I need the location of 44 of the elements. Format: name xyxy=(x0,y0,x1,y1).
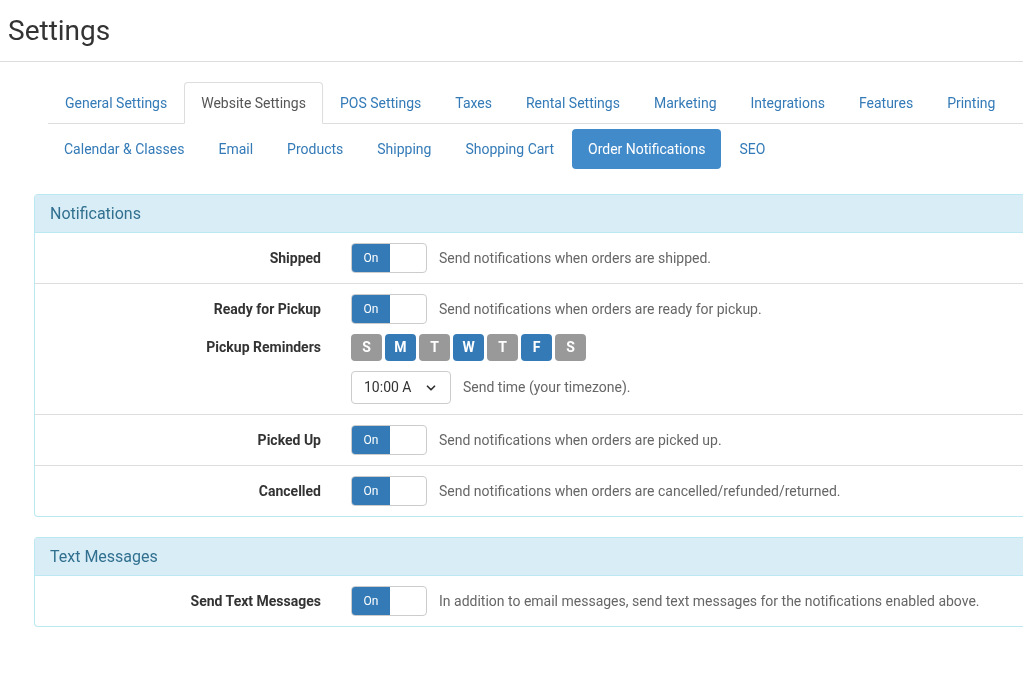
day-button[interactable]: T xyxy=(487,334,518,361)
settings-tab[interactable]: Printing xyxy=(930,82,1013,124)
subsection-tab[interactable]: Calendar & Classes xyxy=(48,129,201,169)
panel-title: Notifications xyxy=(50,202,141,225)
settings-tab[interactable]: Taxes xyxy=(438,82,509,124)
setting-label: Shipped xyxy=(269,248,321,268)
help-text: Send notifications when orders are shipped. xyxy=(439,248,712,268)
subsection-tab[interactable]: Products xyxy=(271,129,360,169)
time-select[interactable]: 10:00 A xyxy=(351,371,451,404)
settings-tab[interactable]: Rental Settings xyxy=(508,82,637,124)
subsection-tab[interactable]: Shipping xyxy=(361,129,448,169)
settings-tab[interactable]: Integrations xyxy=(733,82,842,124)
day-button[interactable]: M xyxy=(385,334,416,361)
help-text: In addition to email messages, send text messages for the notifications enabled above. xyxy=(439,591,980,611)
toggle-switch[interactable]: On xyxy=(351,476,427,506)
setting-label: Cancelled xyxy=(258,481,321,501)
day-button[interactable]: F xyxy=(521,334,552,361)
day-button[interactable]: T xyxy=(419,334,450,361)
setting-label: Send Text Messages xyxy=(190,591,321,611)
help-text: Send notifications when orders are cancelled/refunded/returned. xyxy=(439,481,841,501)
settings-tab[interactable]: POS Settings xyxy=(322,82,439,124)
setting-label: Pickup Reminders xyxy=(206,338,321,357)
page-title: Settings xyxy=(8,12,111,49)
toggle-switch[interactable]: On xyxy=(351,586,427,616)
setting-label: Ready for Pickup xyxy=(213,299,321,319)
subsection-tab[interactable]: Email xyxy=(202,129,270,169)
subsection-tab[interactable]: SEO xyxy=(723,129,782,169)
settings-tab[interactable]: Website Settings xyxy=(184,82,323,124)
help-text: Send time (your timezone). xyxy=(463,378,631,398)
toggle-switch[interactable]: On xyxy=(351,425,427,455)
subsection-tab[interactable]: Shopping Cart xyxy=(449,129,571,169)
day-button[interactable]: S xyxy=(555,334,586,361)
help-text: Send notifications when orders are picked up. xyxy=(439,430,722,450)
toggle-switch[interactable]: On xyxy=(351,243,427,273)
toggle-switch[interactable]: On xyxy=(351,294,427,324)
setting-label: Picked Up xyxy=(257,430,321,450)
panel-title: Text Messages xyxy=(50,545,158,568)
subsection-tab[interactable]: Order Notifications xyxy=(572,129,722,169)
help-text: Send notifications when orders are ready for pickup. xyxy=(439,299,762,319)
day-button[interactable]: S xyxy=(351,334,382,361)
settings-tab[interactable]: Marketing xyxy=(636,82,734,124)
settings-tab[interactable]: General Settings xyxy=(48,82,185,124)
day-button[interactable]: W xyxy=(453,334,484,361)
settings-tab[interactable]: Features xyxy=(841,82,931,124)
